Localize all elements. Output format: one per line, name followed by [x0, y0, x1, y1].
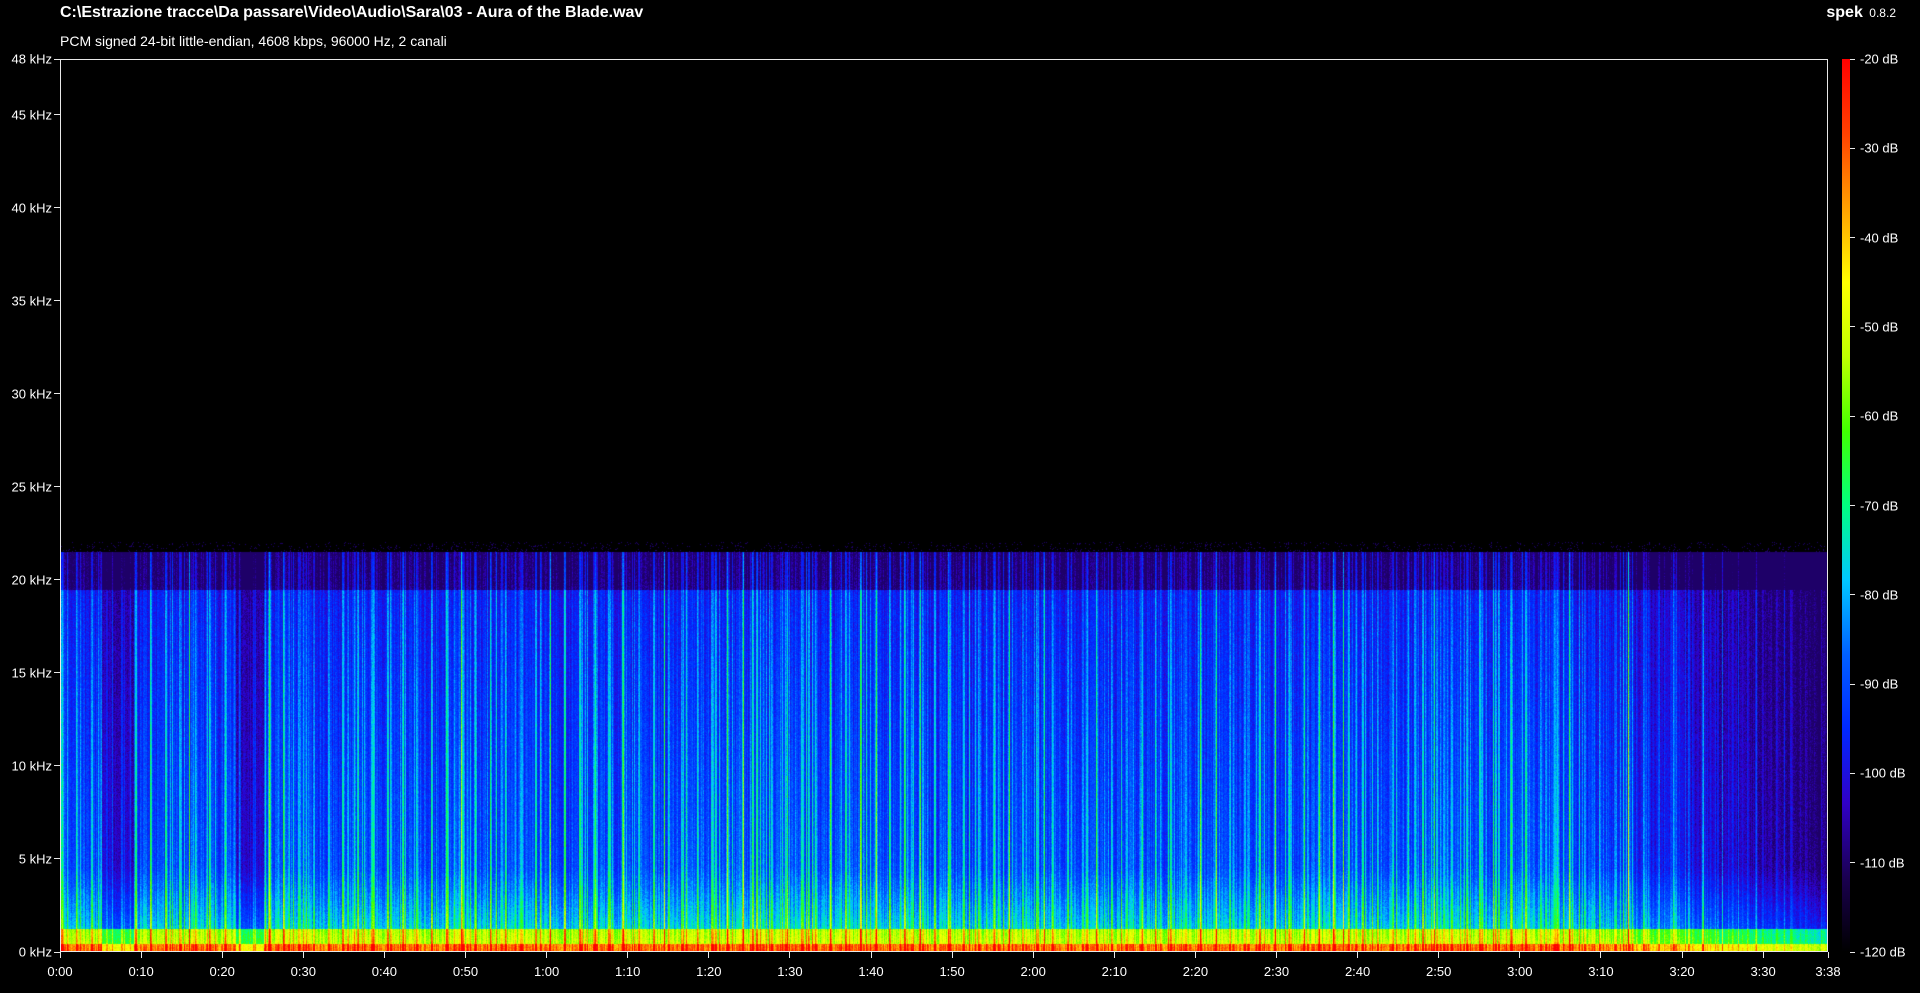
freq-tick-45-khz: 45 kHz: [11, 107, 52, 123]
time-tick-mark: [1762, 952, 1764, 958]
db-tick-20-db: -20 dB: [1860, 51, 1899, 67]
freq-tick-5-khz: 5 kHz: [18, 851, 52, 867]
db-colorbar: [1842, 59, 1850, 952]
freq-tick-35-khz: 35 kHz: [11, 293, 52, 309]
time-tick-2-50: 2:50: [1426, 964, 1452, 979]
db-tick-mark: [1850, 862, 1855, 864]
db-tick-mark: [1850, 415, 1855, 417]
time-tick-0-50: 0:50: [452, 964, 479, 979]
db-tick-120-db: -120 dB: [1860, 944, 1906, 960]
db-tick-50-db: -50 dB: [1860, 319, 1899, 335]
time-tick-mark: [1600, 952, 1602, 958]
db-tick-80-db: -80 dB: [1860, 587, 1899, 603]
db-tick-mark: [1850, 237, 1855, 239]
time-tick-1-00: 1:00: [533, 964, 560, 979]
time-tick-mark: [221, 952, 223, 958]
time-tick-mark: [302, 952, 304, 958]
time-tick-mark: [465, 952, 466, 958]
db-tick-mark: [1850, 58, 1855, 60]
spectrogram-canvas: [61, 60, 1827, 951]
db-tick-mark: [1850, 505, 1855, 506]
freq-tick-0-khz: 0 kHz: [18, 944, 52, 960]
time-tick-1-30: 1:30: [777, 964, 803, 979]
time-tick-mark: [789, 952, 791, 958]
time-tick-mark: [951, 952, 953, 958]
db-tick-110-db: -110 dB: [1860, 855, 1905, 871]
time-tick-3-20: 3:20: [1669, 964, 1695, 979]
time-tick-1-40: 1:40: [858, 964, 884, 979]
file-path-title: C:\Estrazione tracce\Da passare\Video\Au…: [60, 4, 644, 21]
time-tick-0-40: 0:40: [371, 964, 398, 979]
time-tick-mark: [1194, 952, 1196, 958]
app-name: spek: [1826, 4, 1863, 21]
time-tick-3-10: 3:10: [1588, 964, 1614, 979]
time-tick-0-00: 0:00: [47, 964, 73, 979]
time-tick-3-00: 3:00: [1507, 964, 1533, 979]
time-tick-3-30: 3:30: [1750, 964, 1776, 979]
db-tick-100-db: -100 dB: [1860, 765, 1906, 781]
time-tick-1-50: 1:50: [939, 964, 965, 979]
time-tick-0-20: 0:20: [209, 964, 235, 979]
db-tick-mark: [1850, 772, 1855, 774]
time-tick-mark: [870, 952, 872, 958]
freq-tick-15-khz: 15 kHz: [11, 665, 52, 681]
time-tick-2-20: 2:20: [1182, 964, 1209, 979]
file-format-info: PCM signed 24-bit little-endian, 4608 kb…: [60, 33, 447, 49]
time-tick-mark: [546, 952, 548, 958]
time-tick-mark: [1519, 952, 1521, 958]
db-tick-mark: [1850, 326, 1855, 328]
db-tick-mark: [1850, 683, 1855, 685]
time-tick-mark: [1438, 952, 1440, 958]
freq-tick-25-khz: 25 kHz: [11, 479, 52, 495]
time-tick-mark: [1276, 952, 1277, 958]
time-tick-mark: [1032, 952, 1034, 958]
freq-tick-48-khz: 48 kHz: [11, 51, 52, 67]
time-tick-2-00: 2:00: [1020, 964, 1046, 979]
time-tick-mark: [708, 952, 710, 958]
time-tick-2-10: 2:10: [1101, 964, 1127, 979]
time-tick-mark: [1113, 952, 1115, 958]
time-tick-mark: [1357, 952, 1359, 958]
freq-tick-20-khz: 20 kHz: [11, 572, 52, 588]
db-tick-40-db: -40 dB: [1860, 230, 1899, 246]
time-tick-0-10: 0:10: [128, 964, 154, 979]
db-tick-60-db: -60 dB: [1860, 408, 1899, 424]
time-tick-3-38: 3:38: [1815, 964, 1841, 979]
time-tick-mark: [59, 952, 61, 958]
db-tick-70-db: -70 dB: [1860, 498, 1899, 513]
db-tick-30-db: -30 dB: [1860, 140, 1899, 156]
time-tick-0-30: 0:30: [290, 964, 316, 979]
time-tick-2-30: 2:30: [1263, 964, 1290, 979]
time-tick-2-40: 2:40: [1344, 964, 1371, 979]
db-tick-mark: [1850, 147, 1855, 149]
db-tick-mark: [1850, 594, 1855, 596]
time-tick-mark: [627, 952, 629, 958]
time-tick-mark: [140, 952, 142, 958]
freq-tick-30-khz: 30 kHz: [11, 386, 52, 402]
time-tick-mark: [1681, 952, 1683, 958]
time-tick-1-10: 1:10: [615, 964, 641, 979]
freq-tick-10-khz: 10 kHz: [11, 758, 52, 774]
app-version: 0.8.2: [1869, 6, 1896, 20]
db-tick-mark: [1850, 951, 1855, 953]
freq-tick-40-khz: 40 kHz: [11, 200, 52, 216]
spectrogram-plot: [60, 59, 1828, 952]
app-brand: spek 0.8.2: [1826, 4, 1896, 22]
db-tick-90-db: -90 dB: [1860, 676, 1899, 692]
time-tick-1-20: 1:20: [696, 964, 722, 979]
time-tick-mark: [1827, 952, 1829, 958]
time-tick-mark: [383, 952, 385, 958]
